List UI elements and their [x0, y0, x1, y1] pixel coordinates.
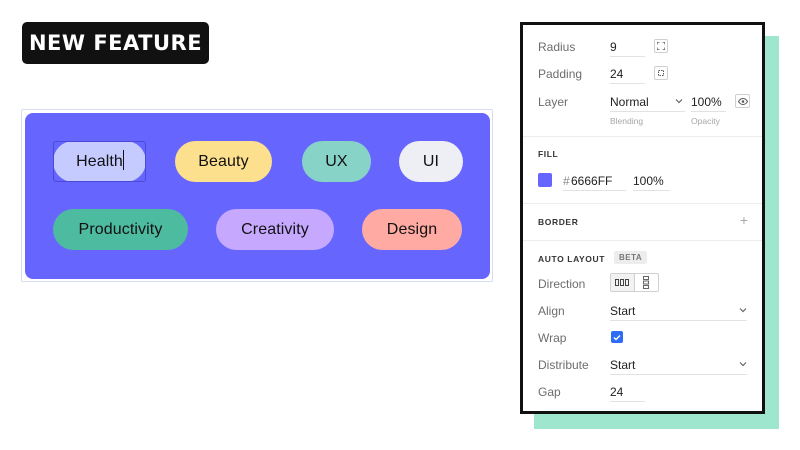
checkmark-icon — [613, 334, 621, 340]
tag-design[interactable]: Design — [362, 209, 462, 250]
padding-input[interactable]: 24 — [610, 67, 623, 81]
layer-label: Layer — [538, 95, 569, 109]
wrap-checkbox[interactable] — [611, 331, 623, 343]
add-border-icon[interactable]: + — [740, 212, 748, 228]
wrap-label: Wrap — [538, 331, 567, 345]
distribute-select[interactable]: Start — [610, 358, 635, 372]
eye-icon[interactable] — [735, 94, 750, 108]
tag-ux[interactable]: UX — [302, 141, 371, 182]
gap-underline — [610, 401, 645, 402]
tag-health[interactable]: Health — [53, 141, 146, 182]
beta-badge: BETA — [614, 251, 648, 264]
horizontal-direction-icon[interactable] — [611, 274, 635, 291]
radius-underline — [610, 56, 645, 57]
opacity-underline — [691, 111, 726, 112]
tag-label: Beauty — [198, 152, 249, 170]
padding-underline — [610, 83, 645, 84]
tag-label: UI — [422, 152, 440, 170]
radius-input[interactable]: 9 — [610, 40, 617, 54]
divider — [523, 240, 762, 241]
fill-opacity-input[interactable]: 100% — [633, 174, 664, 188]
blending-underline — [610, 111, 685, 112]
fill-section-title: FILL — [538, 149, 559, 159]
tag-frame[interactable] — [25, 113, 490, 279]
opacity-input[interactable]: 100% — [691, 95, 722, 109]
tag-beauty[interactable]: Beauty — [175, 141, 272, 182]
align-select[interactable]: Start — [610, 304, 635, 318]
vertical-direction-icon[interactable] — [635, 274, 658, 291]
gap-label: Gap — [538, 385, 561, 399]
tag-label: Design — [386, 220, 438, 238]
chevron-down-icon — [675, 96, 683, 106]
independent-corners-icon[interactable] — [654, 39, 668, 53]
tag-label: Creativity — [241, 220, 309, 238]
direction-toggle — [610, 273, 659, 292]
padding-label: Padding — [538, 67, 583, 81]
hex-underline — [563, 190, 626, 191]
fill-hex-input[interactable]: 6666FF — [571, 174, 612, 188]
tag-label: Health — [76, 152, 123, 170]
tag-label: Productivity — [78, 220, 163, 238]
blending-select[interactable]: Normal — [610, 95, 649, 109]
distribute-underline — [610, 374, 747, 375]
new-feature-badge: NEW FEATURE — [22, 22, 209, 64]
divider — [523, 136, 762, 137]
direction-label: Direction — [538, 277, 586, 291]
align-underline — [610, 320, 747, 321]
fill-opacity-underline — [633, 190, 670, 191]
divider — [523, 203, 762, 204]
distribute-label: Distribute — [538, 358, 589, 372]
blending-sublabel: Blending — [610, 116, 644, 126]
chevron-down-icon — [739, 305, 747, 315]
hash-symbol: # — [563, 174, 570, 188]
fill-color-swatch[interactable] — [538, 173, 552, 187]
properties-panel: Radius 9 Padding 24 Layer Normal Blendin… — [520, 22, 765, 414]
border-section-title: BORDER — [538, 217, 579, 227]
opacity-sublabel: Opacity — [691, 116, 720, 126]
radius-label: Radius — [538, 40, 576, 54]
text-caret — [123, 150, 124, 170]
auto-layout-section-title: AUTO LAYOUT — [538, 254, 606, 264]
tag-label: UX — [325, 152, 348, 170]
gap-input[interactable]: 24 — [610, 385, 623, 399]
align-label: Align — [538, 304, 565, 318]
tag-creativity[interactable]: Creativity — [216, 209, 334, 250]
tag-ui[interactable]: UI — [399, 141, 463, 182]
independent-padding-icon[interactable] — [654, 66, 668, 80]
tag-productivity[interactable]: Productivity — [53, 209, 188, 250]
chevron-down-icon — [739, 359, 747, 369]
badge-text: NEW FEATURE — [28, 31, 203, 55]
